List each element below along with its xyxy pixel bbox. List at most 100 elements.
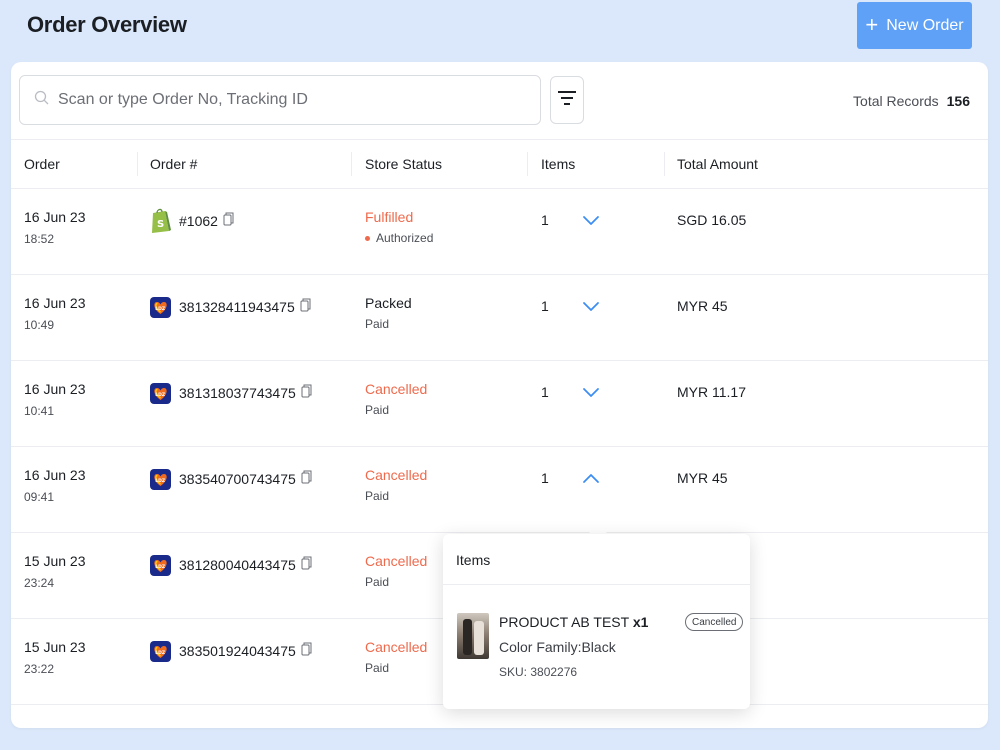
payment-status: Paid [365,489,389,503]
store-status: Cancelled [365,553,428,569]
order-number[interactable]: 383540700743475 [179,470,312,487]
order-number-text[interactable]: #1062 [179,213,218,229]
store-status: Cancelled [365,467,428,483]
payment-status-text: Paid [365,661,390,675]
payment-status-text: Paid [365,575,390,589]
column-header-order-number[interactable]: Order # [150,140,197,188]
store-status: Cancelled [365,639,428,655]
chevron-down-icon[interactable] [582,213,600,227]
payment-status-text: Authorized [376,231,434,245]
table-row[interactable]: 16 Jun 23 09:41 LDZ 383540700743475 Cancelle… [11,447,988,533]
table-row[interactable]: 16 Jun 23 18:52 S #1062 Fulfilled Authorized 1… [11,189,988,275]
svg-text:LDZ: LDZ [155,306,166,312]
order-number-text[interactable]: 383540700743475 [179,471,296,487]
column-header-order[interactable]: Order [24,140,60,188]
shopify-logo-icon: S [150,207,171,234]
store-status: Packed [365,295,412,311]
copy-icon[interactable] [301,642,312,659]
chevron-down-icon[interactable] [582,385,600,399]
chevron-down-icon[interactable] [582,299,600,313]
item-count: 1 [541,470,549,486]
column-header-items[interactable]: Items [541,140,575,188]
svg-text:LDZ: LDZ [155,564,166,570]
product-variant: Color Family:Black [499,639,616,655]
svg-text:LDZ: LDZ [155,650,166,656]
item-status-badge: Cancelled [685,613,744,631]
payment-status-text: Paid [365,403,390,417]
payment-status: Paid [365,317,389,331]
order-number[interactable]: 383501924043475 [179,642,312,659]
payment-status: Paid [365,575,389,589]
item-count: 1 [541,212,549,228]
table-row[interactable]: 16 Jun 23 10:41 LDZ 381318037743475 Cancelle… [11,361,988,447]
order-date: 16 Jun 23 [24,295,86,311]
svg-text:S: S [157,219,164,230]
order-date: 16 Jun 23 [24,381,86,397]
plus-icon: + [865,11,879,37]
popover-divider [443,584,750,585]
lazada-logo-icon: LDZ [150,641,171,668]
copy-icon[interactable] [223,212,234,229]
copy-icon[interactable] [301,556,312,573]
order-time: 09:41 [24,490,55,504]
filter-button[interactable] [550,76,584,124]
order-number-text[interactable]: 383501924043475 [179,643,296,659]
page-title: Order Overview [27,12,187,37]
new-order-button[interactable]: + New Order [857,2,972,49]
order-number[interactable]: 381328411943475 [179,298,311,315]
order-number[interactable]: 381318037743475 [179,384,312,401]
column-divider [351,152,352,176]
chevron-up-icon[interactable] [582,471,600,485]
order-time: 10:49 [24,318,55,332]
lazada-logo-icon: LDZ [150,297,171,324]
popover-title: Items [456,552,491,568]
total-amount: MYR 11.17 [677,384,746,400]
order-number[interactable]: #1062 [179,212,234,229]
payment-status: Authorized [365,231,433,245]
product-name: PRODUCT AB TEST x1 [499,614,648,630]
lazada-logo-icon: LDZ [150,469,171,496]
filter-icon [557,90,577,111]
total-amount: MYR 45 [677,298,728,314]
status-dot [365,235,370,241]
total-records: Total Records 156 [853,93,970,109]
lazada-logo-icon: LDZ [150,383,171,410]
svg-text:LDZ: LDZ [155,392,166,398]
search-box[interactable] [19,75,541,125]
lazada-logo-icon: LDZ [150,555,171,582]
product-quantity: x1 [632,614,649,630]
order-date: 16 Jun 23 [24,467,86,483]
product-sku: SKU: 3802276 [499,665,578,679]
product-thumbnail[interactable] [457,613,489,659]
total-amount: SGD 16.05 [677,212,747,228]
order-number-text[interactable]: 381318037743475 [179,385,296,401]
items-popover: Items PRODUCT AB TEST x1 Color Family:Bl… [443,534,750,709]
copy-icon[interactable] [300,298,311,315]
order-date: 15 Jun 23 [24,639,86,655]
order-date: 16 Jun 23 [24,209,86,225]
new-order-label: New Order [886,16,964,34]
column-divider [664,152,665,176]
column-divider [137,152,138,176]
total-records-label: Total Records [853,93,939,109]
order-time: 23:24 [24,576,55,590]
item-count: 1 [541,384,549,400]
copy-icon[interactable] [301,384,312,401]
store-status: Fulfilled [365,209,414,225]
search-input[interactable] [58,91,518,109]
total-amount: MYR 45 [677,470,728,486]
order-number[interactable]: 381280040443475 [179,556,312,573]
popover-arrow [588,524,608,534]
table-header: Order Order # Store Status Items Total A… [11,139,988,189]
payment-status-text: Paid [365,317,390,331]
column-divider [527,152,528,176]
order-time: 10:41 [24,404,55,418]
column-header-total-amount[interactable]: Total Amount [677,140,758,188]
order-number-text[interactable]: 381280040443475 [179,557,296,573]
order-time: 23:22 [24,662,55,676]
table-row[interactable]: 16 Jun 23 10:49 LDZ 381328411943475 Packed Pa… [11,275,988,361]
copy-icon[interactable] [301,470,312,487]
order-number-text[interactable]: 381328411943475 [179,299,295,315]
column-header-store-status[interactable]: Store Status [365,140,442,188]
search-icon [34,90,50,111]
